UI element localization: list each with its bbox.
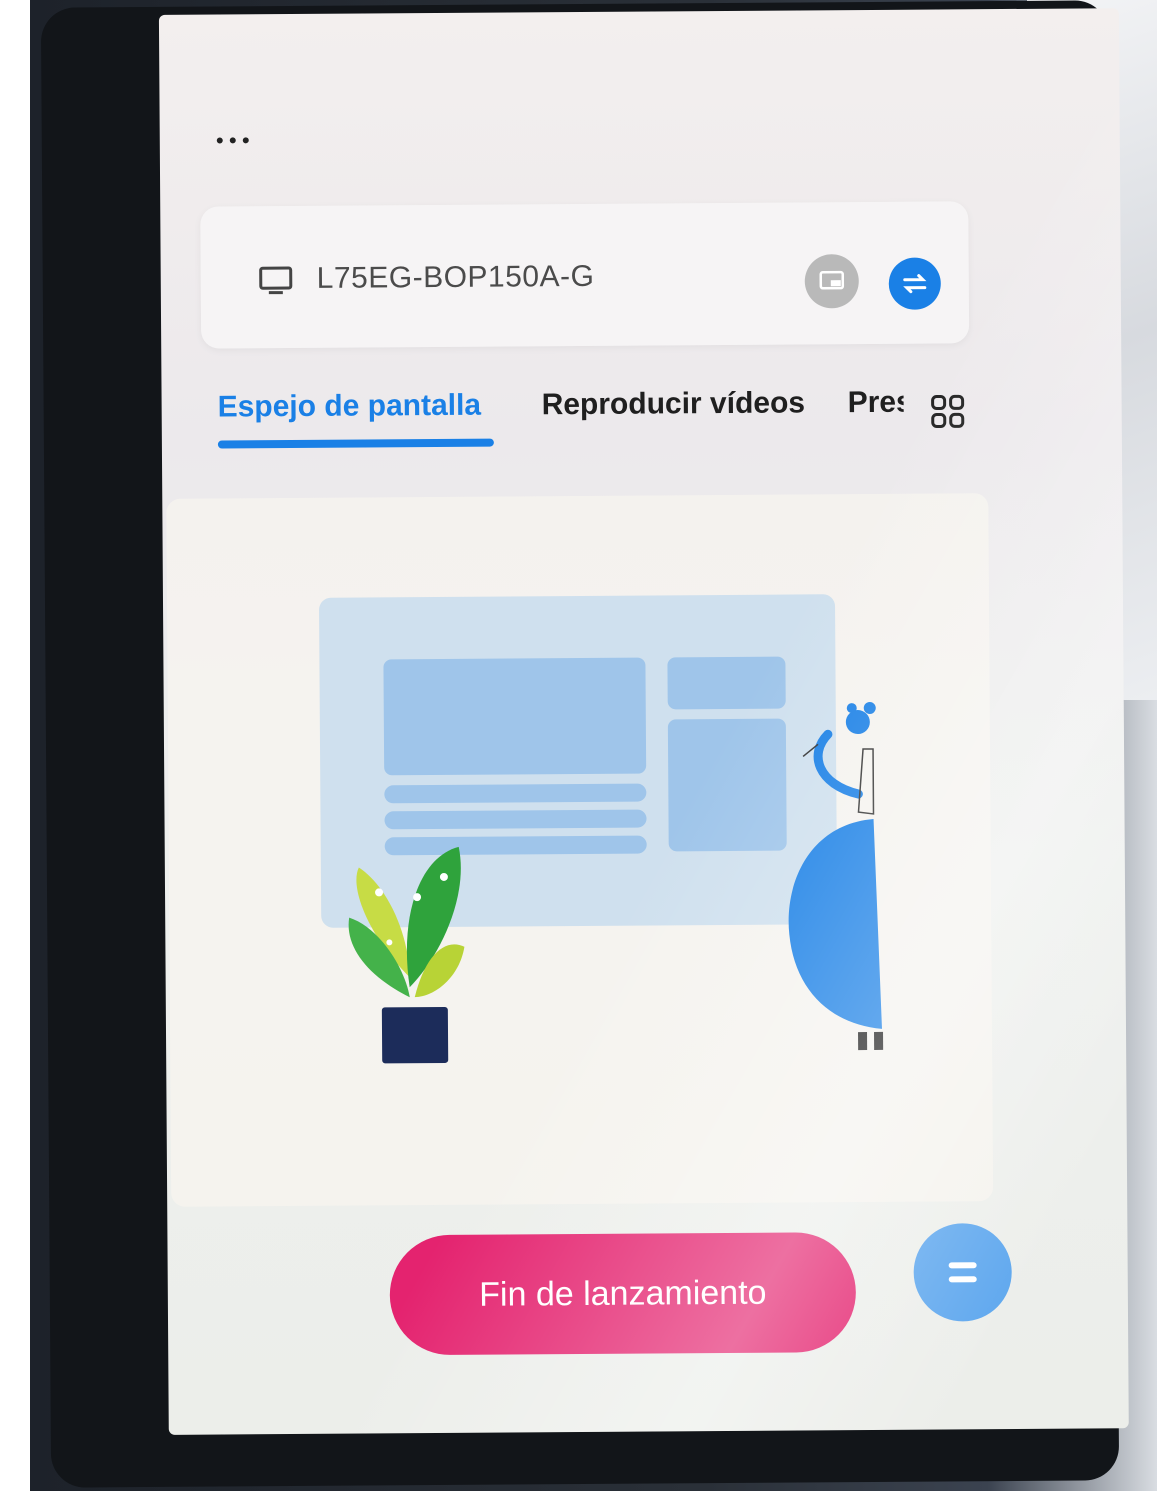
tab-clip: Pres [848,386,904,420]
switch-icon [903,274,927,294]
tab-play-videos[interactable]: Reproducir vídeos [542,386,806,422]
switch-device-button[interactable] [888,257,941,310]
more-dot [242,137,249,144]
menu-button[interactable] [913,1223,1013,1322]
tv-icon [259,266,293,295]
tab-screen-mirroring[interactable]: Espejo de pantalla [218,389,482,425]
more-options-button[interactable] [208,120,258,160]
tablet-frame: L75EG-BOP150A-G Espejo de pantalla Repro… [40,0,1129,1488]
illustration-card [166,493,994,1207]
menu-icon [948,1262,977,1269]
grid-icon[interactable] [930,393,966,429]
active-tab-indicator [217,438,494,449]
more-dot [229,137,236,144]
menu-icon-bar [948,1276,977,1283]
connected-device-card[interactable]: L75EG-BOP150A-G [200,201,970,349]
app-screen: L75EG-BOP150A-G Espejo de pantalla Repro… [158,8,1129,1435]
tab-presentation[interactable]: Pres [848,386,904,420]
cast-icon [819,270,845,290]
screen-mirroring-illustration [319,594,884,1064]
more-horizontal-icon [216,137,223,144]
device-name: L75EG-BOP150A-G [316,259,595,295]
end-casting-button[interactable]: Fin de lanzamiento [389,1232,857,1356]
cast-button[interactable] [804,254,859,309]
